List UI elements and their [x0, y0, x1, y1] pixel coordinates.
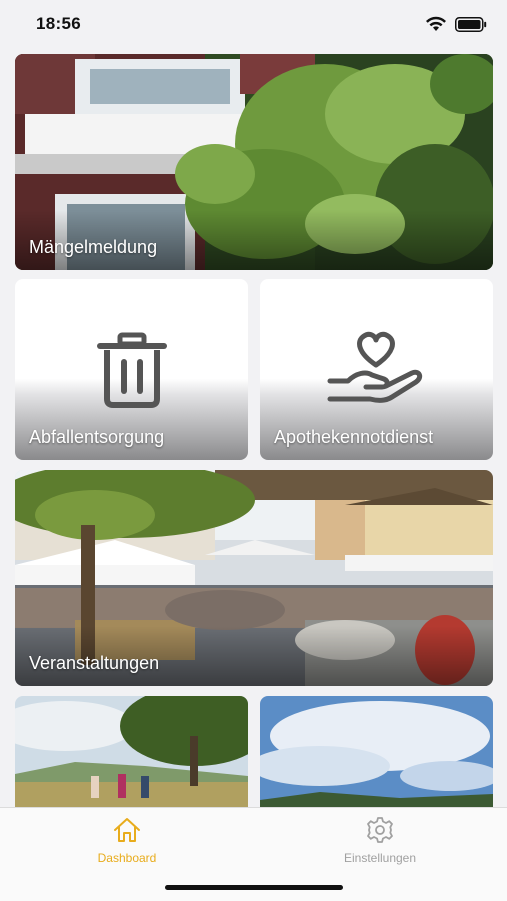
tab-dashboard[interactable]: Dashboard [57, 816, 197, 865]
battery-icon [455, 17, 487, 32]
home-icon [114, 818, 140, 842]
tile-abfallentsorgung[interactable]: Abfallentsorgung [15, 279, 248, 460]
tile-maengelmeldung[interactable]: Mängelmeldung [15, 54, 493, 270]
tile-veranstaltungen[interactable]: Veranstaltungen [15, 470, 493, 686]
tile-apothekennotdienst[interactable]: Apothekennotdienst [260, 279, 493, 460]
tile-landscape[interactable] [15, 696, 248, 807]
trash-icon [97, 332, 167, 408]
home-indicator [165, 885, 343, 890]
tab-einstellungen[interactable]: Einstellungen [310, 816, 450, 865]
tile-label: Veranstaltungen [29, 653, 160, 673]
status-time: 18:56 [36, 14, 81, 33]
tab-label: Einstellungen [343, 851, 417, 865]
landscape-photo [15, 696, 248, 807]
tile-label: Mängelmeldung [29, 237, 158, 257]
tile-label: Abfallentsorgung [29, 427, 165, 447]
tile-label: Apothekennotdienst [274, 427, 434, 447]
gear-icon [367, 817, 393, 843]
tile-sky[interactable] [260, 696, 493, 807]
wifi-icon [426, 16, 446, 31]
sky-photo [260, 696, 493, 807]
heart-hand-icon [327, 331, 423, 403]
status-bar: 18:56 [0, 0, 507, 50]
tab-label: Dashboard [97, 851, 157, 865]
